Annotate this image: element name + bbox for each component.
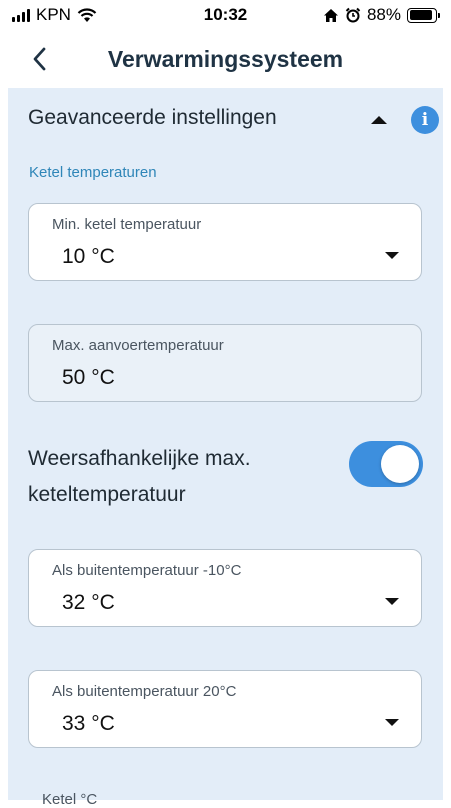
chevron-down-icon bbox=[385, 598, 399, 605]
weather-dependent-row: Weersafhankelijke max. keteltemperatuur bbox=[28, 441, 428, 511]
home-icon bbox=[323, 8, 338, 22]
field-value: 32 °C bbox=[62, 591, 115, 614]
section-subheading: Ketel temperaturen bbox=[29, 164, 157, 181]
outdoor-minus10-dropdown[interactable]: Als buitentemperatuur -10°C 32 °C bbox=[28, 549, 422, 627]
alarm-icon bbox=[345, 7, 361, 23]
field-value: 50 °C bbox=[62, 366, 115, 389]
min-boiler-temp-dropdown[interactable]: Min. ketel temperatuur 10 °C bbox=[28, 203, 422, 281]
caret-up-icon[interactable] bbox=[371, 116, 387, 124]
status-right: 88% bbox=[323, 5, 440, 25]
battery-level bbox=[409, 10, 432, 20]
section-title: Geavanceerde instellingen bbox=[28, 106, 277, 129]
nav-bar: Verwarmingssysteem bbox=[0, 30, 451, 88]
toggle-label: Weersafhankelijke max. keteltemperatuur bbox=[28, 447, 251, 506]
battery-percent: 88% bbox=[366, 5, 401, 24]
status-bar: KPN 10:32 88% bbox=[0, 0, 451, 30]
field-label: Als buitentemperatuur -10°C bbox=[52, 562, 242, 579]
field-value: 10 °C bbox=[62, 245, 115, 268]
weather-dependent-toggle[interactable] bbox=[349, 441, 423, 487]
page-title: Verwarmingssysteem bbox=[107, 46, 344, 72]
chevron-down-icon bbox=[385, 252, 399, 259]
advanced-settings-panel: Geavanceerde instellingen i Ketel temper… bbox=[8, 88, 443, 808]
battery-icon bbox=[407, 7, 440, 23]
field-label: Max. aanvoertemperatuur bbox=[52, 337, 224, 354]
max-flow-temp-field: Max. aanvoertemperatuur 50 °C bbox=[28, 324, 422, 402]
field-label: Min. ketel temperatuur bbox=[52, 216, 202, 233]
field-label: Als buitentemperatuur 20°C bbox=[52, 683, 237, 700]
toggle-knob bbox=[381, 445, 419, 483]
field-value: 33 °C bbox=[62, 712, 115, 735]
chevron-down-icon bbox=[385, 719, 399, 726]
info-icon[interactable]: i bbox=[411, 106, 439, 134]
section-header[interactable]: Geavanceerde instellingen i bbox=[28, 104, 439, 134]
outdoor-20-dropdown[interactable]: Als buitentemperatuur 20°C 33 °C bbox=[28, 670, 422, 748]
